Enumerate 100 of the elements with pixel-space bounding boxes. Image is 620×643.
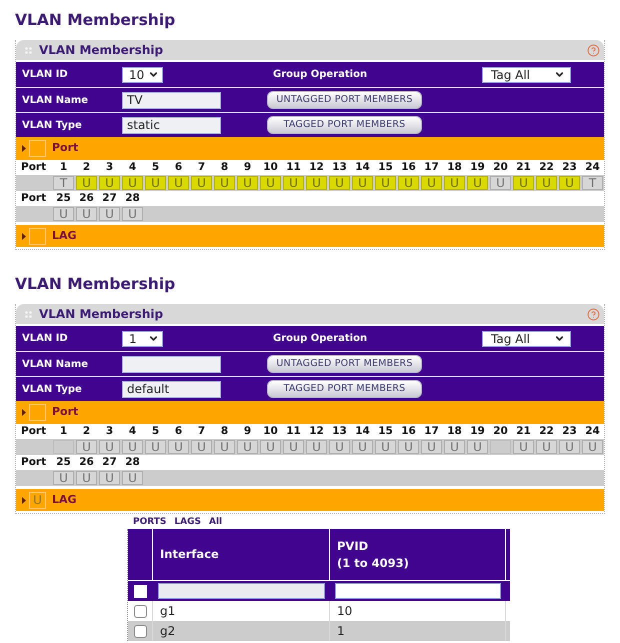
port-membership-toggle[interactable]: U (536, 440, 557, 454)
vlan-name-input[interactable] (122, 356, 221, 372)
table-cell-text: g1 (160, 603, 176, 620)
filter-input[interactable] (158, 583, 325, 599)
vlan-type-input[interactable]: static (122, 116, 221, 134)
port-membership-toggle[interactable]: U (444, 176, 465, 190)
port-membership-toggle[interactable]: U (76, 471, 97, 485)
filter-tab[interactable]: LAGS (174, 517, 201, 527)
help-icon[interactable] (587, 308, 600, 320)
port-membership-toggle[interactable]: U (444, 440, 465, 454)
port-number: 17 (423, 424, 440, 439)
port-membership-toggle[interactable]: U (99, 471, 120, 485)
port-membership-toggle[interactable]: U (214, 176, 235, 190)
port-membership-toggle[interactable]: U (99, 440, 120, 454)
port-membership-toggle[interactable]: U (467, 440, 488, 454)
port-number: 23 (561, 424, 578, 439)
caret-right-icon[interactable] (22, 496, 26, 504)
port-membership-toggle[interactable]: U (237, 440, 258, 454)
port-membership-toggle[interactable]: U (467, 176, 488, 190)
tagged-members-button[interactable]: TAGGED PORT MEMBERS (267, 380, 422, 398)
port-membership-toggle[interactable]: U (237, 176, 258, 190)
untagged-members-button[interactable]: UNTAGGED PORT MEMBERS (267, 91, 422, 109)
port-membership-toggle[interactable]: U (375, 440, 396, 454)
untagged-members-button[interactable]: UNTAGGED PORT MEMBERS (267, 355, 422, 373)
port-membership-toggle[interactable]: U (582, 440, 603, 454)
port-membership-toggle[interactable]: U (168, 440, 189, 454)
port-number: 5 (150, 160, 160, 175)
port-membership-toggle[interactable]: U (513, 440, 534, 454)
port-membership-toggle[interactable]: T (53, 176, 74, 190)
vlan-id-select[interactable]: 1 (122, 330, 163, 346)
select-all-checkbox[interactable] (134, 584, 147, 598)
port-membership-toggle[interactable]: U (122, 176, 143, 190)
membership-box[interactable]: U (29, 492, 46, 508)
vlan-id-select[interactable]: 10 (122, 66, 163, 82)
port-number: 7 (196, 160, 206, 175)
port-membership-toggle[interactable]: U (352, 176, 373, 190)
table-cell-text: g2 (160, 623, 176, 640)
port-number: 1 (58, 424, 68, 439)
port-membership-toggle[interactable]: U (191, 176, 212, 190)
port-membership-toggle[interactable]: U (306, 440, 327, 454)
port-membership-toggle[interactable]: U (260, 440, 281, 454)
filter-input[interactable] (335, 583, 501, 599)
help-icon[interactable] (587, 44, 600, 56)
port-number: 7 (196, 424, 206, 439)
port-number: 27 (101, 191, 118, 206)
port-membership-toggle[interactable] (490, 440, 511, 454)
port-membership-toggle[interactable]: U (329, 440, 350, 454)
port-membership-toggle[interactable]: U (306, 176, 327, 190)
port-number: 12 (308, 424, 325, 439)
vlan-name-input[interactable]: TV (122, 92, 221, 108)
port-membership-toggle[interactable]: U (352, 440, 373, 454)
port-number: 6 (174, 424, 184, 439)
panel-title: VLAN Membership (39, 306, 164, 323)
port-membership-toggle[interactable]: T (582, 176, 603, 190)
port-membership-toggle[interactable]: U (76, 440, 97, 454)
caret-right-icon[interactable] (22, 409, 26, 416)
port-membership-toggle[interactable]: U (559, 440, 580, 454)
port-membership-toggle[interactable]: U (53, 207, 74, 221)
row-checkbox[interactable] (134, 604, 146, 618)
port-membership-toggle[interactable]: U (283, 440, 304, 454)
caret-right-icon[interactable] (22, 232, 26, 240)
port-membership-toggle[interactable]: U (490, 176, 511, 190)
port-membership-toggle[interactable]: U (76, 207, 97, 221)
port-membership-toggle[interactable]: U (559, 176, 580, 190)
port-membership-toggle[interactable]: U (513, 176, 534, 190)
port-membership-toggle[interactable]: U (421, 440, 442, 454)
port-membership-toggle[interactable]: U (283, 176, 304, 190)
vlan-type-input[interactable]: default (122, 380, 221, 398)
port-membership-toggle[interactable]: U (421, 176, 442, 190)
port-membership-toggle[interactable]: U (53, 471, 74, 485)
row-checkbox[interactable] (134, 624, 146, 638)
port-membership-toggle[interactable]: U (168, 176, 189, 190)
group-operation-select[interactable]: Tag All (482, 330, 571, 346)
port-membership-toggle[interactable]: U (99, 176, 120, 190)
port-membership-toggle[interactable]: U (536, 176, 557, 190)
port-membership-toggle[interactable]: U (398, 440, 419, 454)
port-number: 1 (58, 160, 68, 175)
port-membership-toggle[interactable]: U (329, 176, 350, 190)
filter-tab[interactable]: PORTS (133, 517, 166, 527)
filter-tab[interactable]: All (208, 517, 222, 527)
port-membership-toggle[interactable]: U (191, 440, 212, 454)
port-number: 17 (423, 160, 440, 175)
port-membership-toggle[interactable]: U (398, 176, 419, 190)
port-membership-toggle[interactable]: U (260, 176, 281, 190)
port-membership-toggle[interactable]: U (99, 207, 120, 221)
port-membership-toggle[interactable]: U (122, 207, 143, 221)
port-membership-toggle[interactable]: U (214, 440, 235, 454)
port-membership-toggle[interactable]: U (145, 440, 166, 454)
port-membership-toggle[interactable]: U (375, 176, 396, 190)
port-membership-toggle[interactable] (53, 440, 74, 454)
port-number: 13 (331, 424, 348, 439)
tagged-members-button[interactable]: TAGGED PORT MEMBERS (267, 116, 422, 134)
caret-right-icon[interactable] (22, 145, 26, 152)
port-number: 25 (55, 455, 72, 470)
port-membership-toggle[interactable]: U (145, 176, 166, 190)
port-membership-toggle[interactable]: U (122, 471, 143, 485)
group-operation-select[interactable]: Tag All (482, 66, 571, 82)
port-membership-toggle[interactable]: U (122, 440, 143, 454)
port-membership-toggle[interactable]: U (76, 176, 97, 190)
port-number: 10 (262, 160, 279, 175)
